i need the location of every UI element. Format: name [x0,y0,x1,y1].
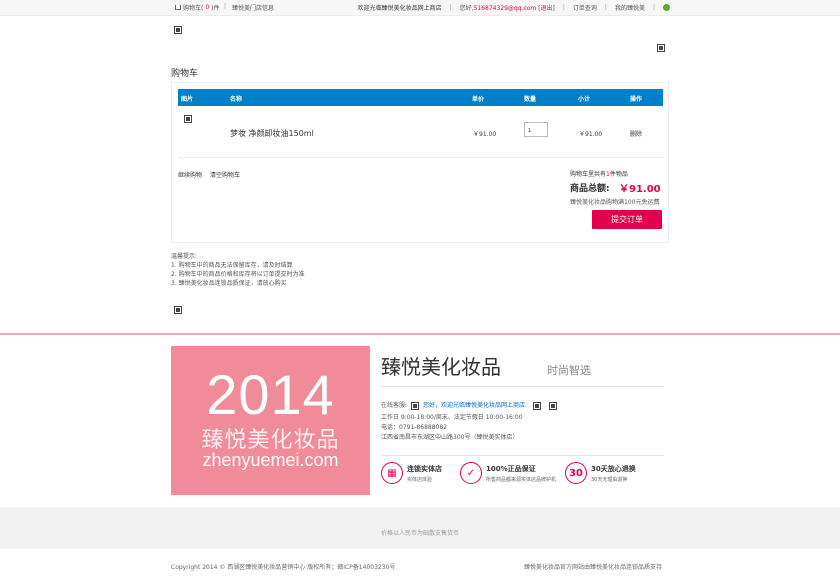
cart-item-count: 购物车里共有1件物品 [570,169,628,178]
cart-suffix: )件 [211,5,220,12]
features-divider [381,455,664,456]
header-image: 图片 [181,96,194,103]
submit-order-button[interactable]: 提交订单 [592,210,662,229]
header-action: 操作 [630,96,643,103]
cart-table-header: 图片 名称 单价 数量 小计 操作 [178,89,663,106]
header-subtotal: 小计 [578,96,591,103]
header-name: 名称 [230,96,243,103]
promo-domain: zhenyuemei.com [202,450,339,470]
item-count-suffix: 件物品 [609,171,628,178]
store-address: 江西省南昌市东湖区中山路300号（臻悦美实体店） [381,434,519,441]
row-divider [178,157,663,158]
logo-image-placeholder-icon[interactable] [174,26,182,34]
separator: | [224,3,227,10]
hello-text: 您好, [459,5,474,12]
cart-count: 0 [205,4,210,11]
qq-service-icon[interactable] [411,402,420,410]
feature-title: 100%正品保证 [486,464,536,473]
separator: | [604,4,607,11]
copyright-text: Copyright 2014 © 西湖区臻悦美化妆品营销中心 版权所有；赣ICP… [171,564,396,571]
tips-title: 温馨提示: [171,253,198,260]
total-label: 商品总额: [570,184,610,194]
feature-subtitle: 所售商品都来源实体店品牌护机 [486,476,557,483]
shipping-note: 臻悦美化妆品购物满100元免运费 [570,199,660,206]
quantity-input[interactable] [524,122,548,137]
delete-item-link[interactable]: 删除 [630,129,642,138]
cart-label: 购物车( [183,5,204,12]
feature-subtitle: 30天无理由退换 [591,476,628,483]
separator: | [652,4,655,11]
service-phone: 电话：0791-86888082 [381,424,447,431]
logout-link[interactable]: 退出 [541,5,553,12]
feature-authentic: ✓ 100%正品保证 所售商品都来源实体店品牌护机 [460,462,556,484]
mini-cart-link[interactable]: 购物车(0)件 [175,3,220,12]
brand-name: 臻悦美化妆品 [381,355,501,379]
my-account-link[interactable]: 我的臻悦美 [615,3,645,12]
price-note: 价格以人民币为础散支售货币 [380,530,459,537]
thirty-icon: 30 [565,462,587,484]
top-bar: 购物车(0)件 | 臻悦美门店信息 欢迎光临臻悦美化妆品网上商店 | 您好,51… [0,0,840,16]
header-quantity: 数量 [524,96,537,103]
service-label: 在线客服: [381,402,408,409]
cart-icon [175,5,181,10]
user-email-link[interactable]: 516874329@qq.com [474,5,537,12]
tip-line: 3. 臻悦美化妆品连锁品质保证，请放心购买 [171,280,287,287]
ad-image-placeholder-icon [174,306,182,314]
product-name-link[interactable]: 梦妆 净颜卸妆油150ml [230,128,314,139]
brand-divider [381,386,664,387]
service-link[interactable]: 您好，欢迎光临臻悦美化妆品网上商店 [423,401,525,411]
continue-shopping-link[interactable]: 继续购物 [178,170,202,179]
product-price: ￥91.00 [473,131,497,138]
banner-image-placeholder-icon [657,44,665,52]
separator: | [449,4,452,11]
feature-store: ▦ 连锁实体店 实体店体验 [381,462,442,484]
store-icon: ▦ [381,462,403,484]
promo-banner[interactable]: 2014 臻悦美化妆品 zhenyuemei.com [171,346,370,495]
promo-year: 2014 [206,363,335,426]
welcome-text: 欢迎光临臻悦美化妆品网上商店 [357,5,442,12]
order-query-link[interactable]: 订单查询 [573,3,597,12]
separator: | [562,4,565,11]
footer-divider [0,333,840,335]
wechat-icon[interactable] [663,4,670,11]
total-value: ￥91.00 [619,184,661,195]
product-image-placeholder-icon[interactable] [184,115,192,123]
service-hours: 工作日 9:00-18:00/周末、法定节假日 10:00-16:00 [381,414,523,421]
qq-service-icon[interactable] [533,402,542,410]
tip-line: 1. 购物车中的商品无法保留库存，请及时结算 [171,262,293,269]
page-title: 购物车 [171,69,199,79]
clear-cart-link[interactable]: 清空购物车 [210,170,240,179]
header-price: 单价 [472,96,485,103]
brand-slogan: 时尚智选 [547,364,591,377]
support-text: 臻悦美化妆品官方网站由臻悦美化妆品连锁品质支持 [524,564,663,571]
shield-icon: ✓ [460,462,482,484]
product-subtotal: ￥91.00 [579,131,603,138]
feature-subtitle: 实体店体验 [407,476,433,483]
feature-title: 连锁实体店 [407,464,442,473]
qq-service-icon[interactable] [549,402,558,410]
item-count-prefix: 购物车里共有 [570,171,607,178]
tips-section: 温馨提示: 1. 购物车中的商品无法保留库存，请及时结算 2. 购物车中的商品价… [171,252,305,288]
store-info-link[interactable]: 臻悦美门店信息 [232,3,274,12]
contact-info: 在线客服: 您好，欢迎光临臻悦美化妆品网上商店 工作日 9:00-18:00/周… [381,401,558,443]
feature-title: 30天放心退换 [591,464,636,473]
tip-line: 2. 购物车中的商品价格和库存将以订单提交时为准 [171,271,305,278]
feature-return: 30 30天放心退换 30天无理由退换 [565,462,636,484]
